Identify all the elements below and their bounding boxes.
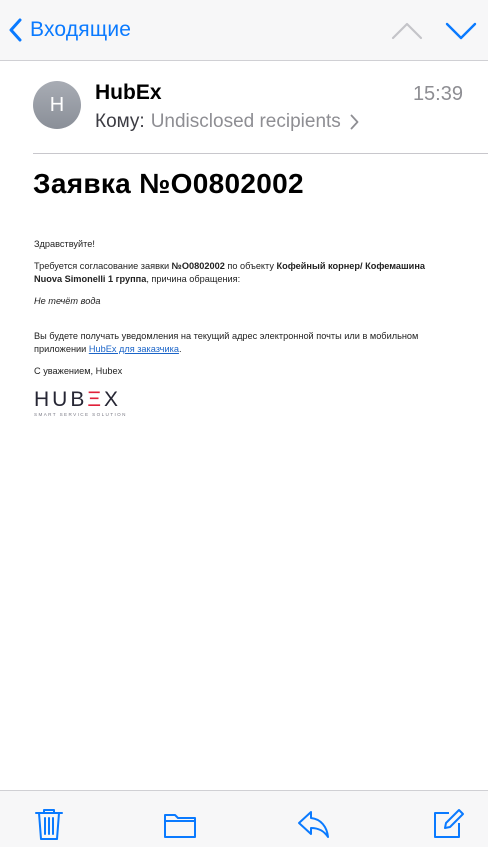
problem-text: Не течёт вода xyxy=(34,296,101,306)
notify-end: . xyxy=(178,344,182,354)
message-subject: Заявка №О0802002 xyxy=(33,168,304,199)
header-divider xyxy=(33,153,488,154)
logo-part2: Ξ xyxy=(87,388,104,411)
logo-part3: X xyxy=(104,388,122,411)
request-paragraph: Требуется согласование заявки №О0802002 … xyxy=(34,260,434,286)
message-time: 15:39 xyxy=(412,83,463,105)
next-message-button[interactable] xyxy=(444,18,478,44)
compose-button[interactable] xyxy=(431,807,465,841)
chevron-left-icon xyxy=(8,18,22,42)
logo-tagline: SMART SERVICE SOLUTION xyxy=(34,412,127,417)
folder-icon xyxy=(163,814,197,845)
compose-icon xyxy=(431,809,465,845)
request-number: №О0802002 xyxy=(171,261,225,271)
to-label: Кому: xyxy=(95,111,145,132)
recipients-row[interactable]: Кому: Undisclosed recipients xyxy=(95,110,359,134)
bottom-toolbar xyxy=(0,790,488,847)
move-to-folder-button[interactable] xyxy=(163,807,197,841)
to-value: Undisclosed recipients xyxy=(150,111,341,132)
request-mid: по объекту xyxy=(224,261,277,271)
chevron-right-icon xyxy=(341,114,359,130)
request-suffix: , причина обращения: xyxy=(146,274,241,284)
chevron-down-icon xyxy=(444,22,478,48)
request-prefix: Требуется согласование заявки xyxy=(34,261,172,271)
logo-part1: HUB xyxy=(34,388,88,411)
back-label: Входящие xyxy=(30,18,132,41)
chevron-up-icon xyxy=(390,22,424,48)
reply-icon xyxy=(296,811,330,845)
previous-message-button[interactable] xyxy=(390,18,424,44)
navigation-bar: Входящие xyxy=(0,0,488,61)
reply-button[interactable] xyxy=(296,807,330,841)
delete-button[interactable] xyxy=(32,807,66,841)
trash-icon xyxy=(32,809,66,845)
signature-text: С уважением, Hubex xyxy=(34,366,123,376)
notify-paragraph: Вы будете получать уведомления на текущи… xyxy=(34,330,434,356)
sender-name[interactable]: HubEx xyxy=(95,81,162,105)
mail-message-screen: Входящие H HubEx 15:39 Кому: Undisclosed… xyxy=(0,0,488,847)
back-button[interactable]: Входящие xyxy=(8,14,131,46)
hubex-logo: HUB Ξ X SMART SERVICE SOLUTION xyxy=(34,388,127,417)
greeting-text: Здравствуйте! xyxy=(34,239,95,249)
sender-avatar[interactable]: H xyxy=(33,81,81,129)
logo-wordmark: HUB Ξ X xyxy=(34,388,127,412)
message-body: Здравствуйте! Требуется согласование зая… xyxy=(34,238,434,378)
app-link[interactable]: HubEx для заказчика xyxy=(89,344,179,354)
